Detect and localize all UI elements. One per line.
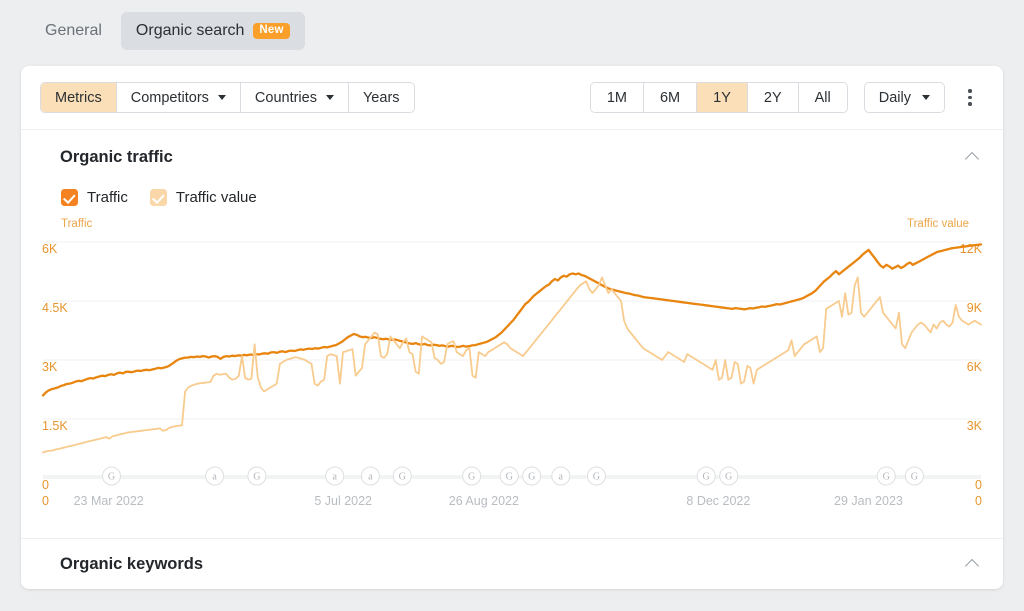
metrics-label: Metrics [55, 90, 102, 106]
top-tabstrip: General Organic search New [0, 0, 1024, 62]
svg-text:6K: 6K [967, 360, 983, 374]
svg-text:G: G [883, 472, 890, 483]
organic-traffic-header: Organic traffic [21, 134, 1003, 180]
svg-text:G: G [253, 472, 260, 483]
svg-text:3K: 3K [967, 419, 983, 433]
range-1y-label: 1Y [713, 90, 731, 106]
organic-keywords-title: Organic keywords [60, 555, 203, 574]
organic-traffic-chart: Traffic Traffic value 001.5K3K3K6K4.5K9K… [21, 218, 1003, 538]
svg-text:0: 0 [975, 494, 982, 508]
svg-text:G: G [468, 472, 475, 483]
svg-text:29 Jan 2023: 29 Jan 2023 [834, 494, 903, 508]
range-2y-button[interactable]: 2Y [748, 83, 799, 112]
svg-text:8 Dec 2022: 8 Dec 2022 [686, 494, 750, 508]
svg-text:4.5K: 4.5K [42, 301, 68, 315]
svg-text:G: G [593, 472, 600, 483]
chevron-up-icon[interactable] [965, 149, 981, 165]
years-button[interactable]: Years [349, 83, 414, 112]
toolbar-right: 1M 6M 1Y 2Y All Daily [590, 82, 981, 113]
svg-text:3K: 3K [42, 360, 58, 374]
tab-general-label: General [45, 22, 102, 40]
svg-text:9K: 9K [967, 301, 983, 315]
organic-keywords-header: Organic keywords [21, 539, 1003, 589]
granularity-dropdown[interactable]: Daily [864, 82, 945, 113]
chart-legend: Traffic Traffic value [21, 180, 1003, 214]
filter-button-group: Metrics Competitors Countries Years [40, 82, 415, 113]
range-1y-button[interactable]: 1Y [697, 83, 748, 112]
competitors-label: Competitors [131, 90, 209, 106]
granularity-label: Daily [879, 90, 911, 106]
legend-item-traffic-value[interactable]: Traffic value [150, 189, 257, 206]
chevron-up-icon[interactable] [965, 556, 981, 572]
svg-text:23 Mar 2022: 23 Mar 2022 [74, 494, 144, 508]
svg-text:a: a [332, 472, 337, 483]
legend-item-traffic[interactable]: Traffic [61, 189, 128, 206]
right-axis-caption: Traffic value [907, 218, 969, 230]
traffic-checkbox[interactable] [61, 189, 78, 206]
svg-text:6K: 6K [42, 242, 58, 256]
organic-search-card: Metrics Competitors Countries Years 1M 6… [21, 66, 1003, 589]
countries-label: Countries [255, 90, 317, 106]
svg-text:0: 0 [975, 478, 982, 492]
range-2y-label: 2Y [764, 90, 782, 106]
svg-text:G: G [725, 472, 732, 483]
range-all-button[interactable]: All [799, 83, 847, 112]
range-1m-label: 1M [607, 90, 627, 106]
svg-text:0: 0 [42, 478, 49, 492]
svg-text:a: a [368, 472, 373, 483]
left-axis-caption: Traffic [61, 218, 92, 230]
svg-text:G: G [911, 472, 918, 483]
svg-text:G: G [506, 472, 513, 483]
range-all-label: All [815, 90, 831, 106]
new-badge: New [253, 23, 289, 40]
tab-organic-search-label: Organic search [136, 22, 245, 40]
countries-button[interactable]: Countries [241, 83, 349, 112]
kebab-menu-icon[interactable] [959, 85, 981, 111]
traffic-chart-svg: 001.5K3K3K6K4.5K9K6K12KGaGaaGGGGaGGGGG23… [21, 218, 1003, 538]
chevron-down-icon [218, 95, 226, 100]
svg-text:a: a [559, 472, 564, 483]
svg-text:G: G [703, 472, 710, 483]
years-label: Years [363, 90, 400, 106]
competitors-button[interactable]: Competitors [117, 83, 241, 112]
svg-text:26 Aug 2022: 26 Aug 2022 [449, 494, 519, 508]
legend-traffic-value-label: Traffic value [176, 189, 257, 206]
svg-text:G: G [108, 472, 115, 483]
svg-text:0: 0 [42, 494, 49, 508]
range-1m-button[interactable]: 1M [591, 83, 644, 112]
svg-text:a: a [212, 472, 217, 483]
tab-general[interactable]: General [30, 12, 117, 50]
svg-text:5 Jul 2022: 5 Jul 2022 [314, 494, 372, 508]
chevron-down-icon [326, 95, 334, 100]
chart-toolbar: Metrics Competitors Countries Years 1M 6… [21, 66, 1003, 130]
range-6m-button[interactable]: 6M [644, 83, 697, 112]
svg-text:1.5K: 1.5K [42, 419, 68, 433]
traffic-value-checkbox[interactable] [150, 189, 167, 206]
svg-text:G: G [399, 472, 406, 483]
svg-text:G: G [528, 472, 535, 483]
organic-traffic-title: Organic traffic [60, 148, 173, 167]
legend-traffic-label: Traffic [87, 189, 128, 206]
chevron-down-icon [922, 95, 930, 100]
range-6m-label: 6M [660, 90, 680, 106]
date-range-group: 1M 6M 1Y 2Y All [590, 82, 848, 113]
tab-organic-search[interactable]: Organic search New [121, 12, 305, 50]
metrics-button[interactable]: Metrics [41, 83, 117, 112]
